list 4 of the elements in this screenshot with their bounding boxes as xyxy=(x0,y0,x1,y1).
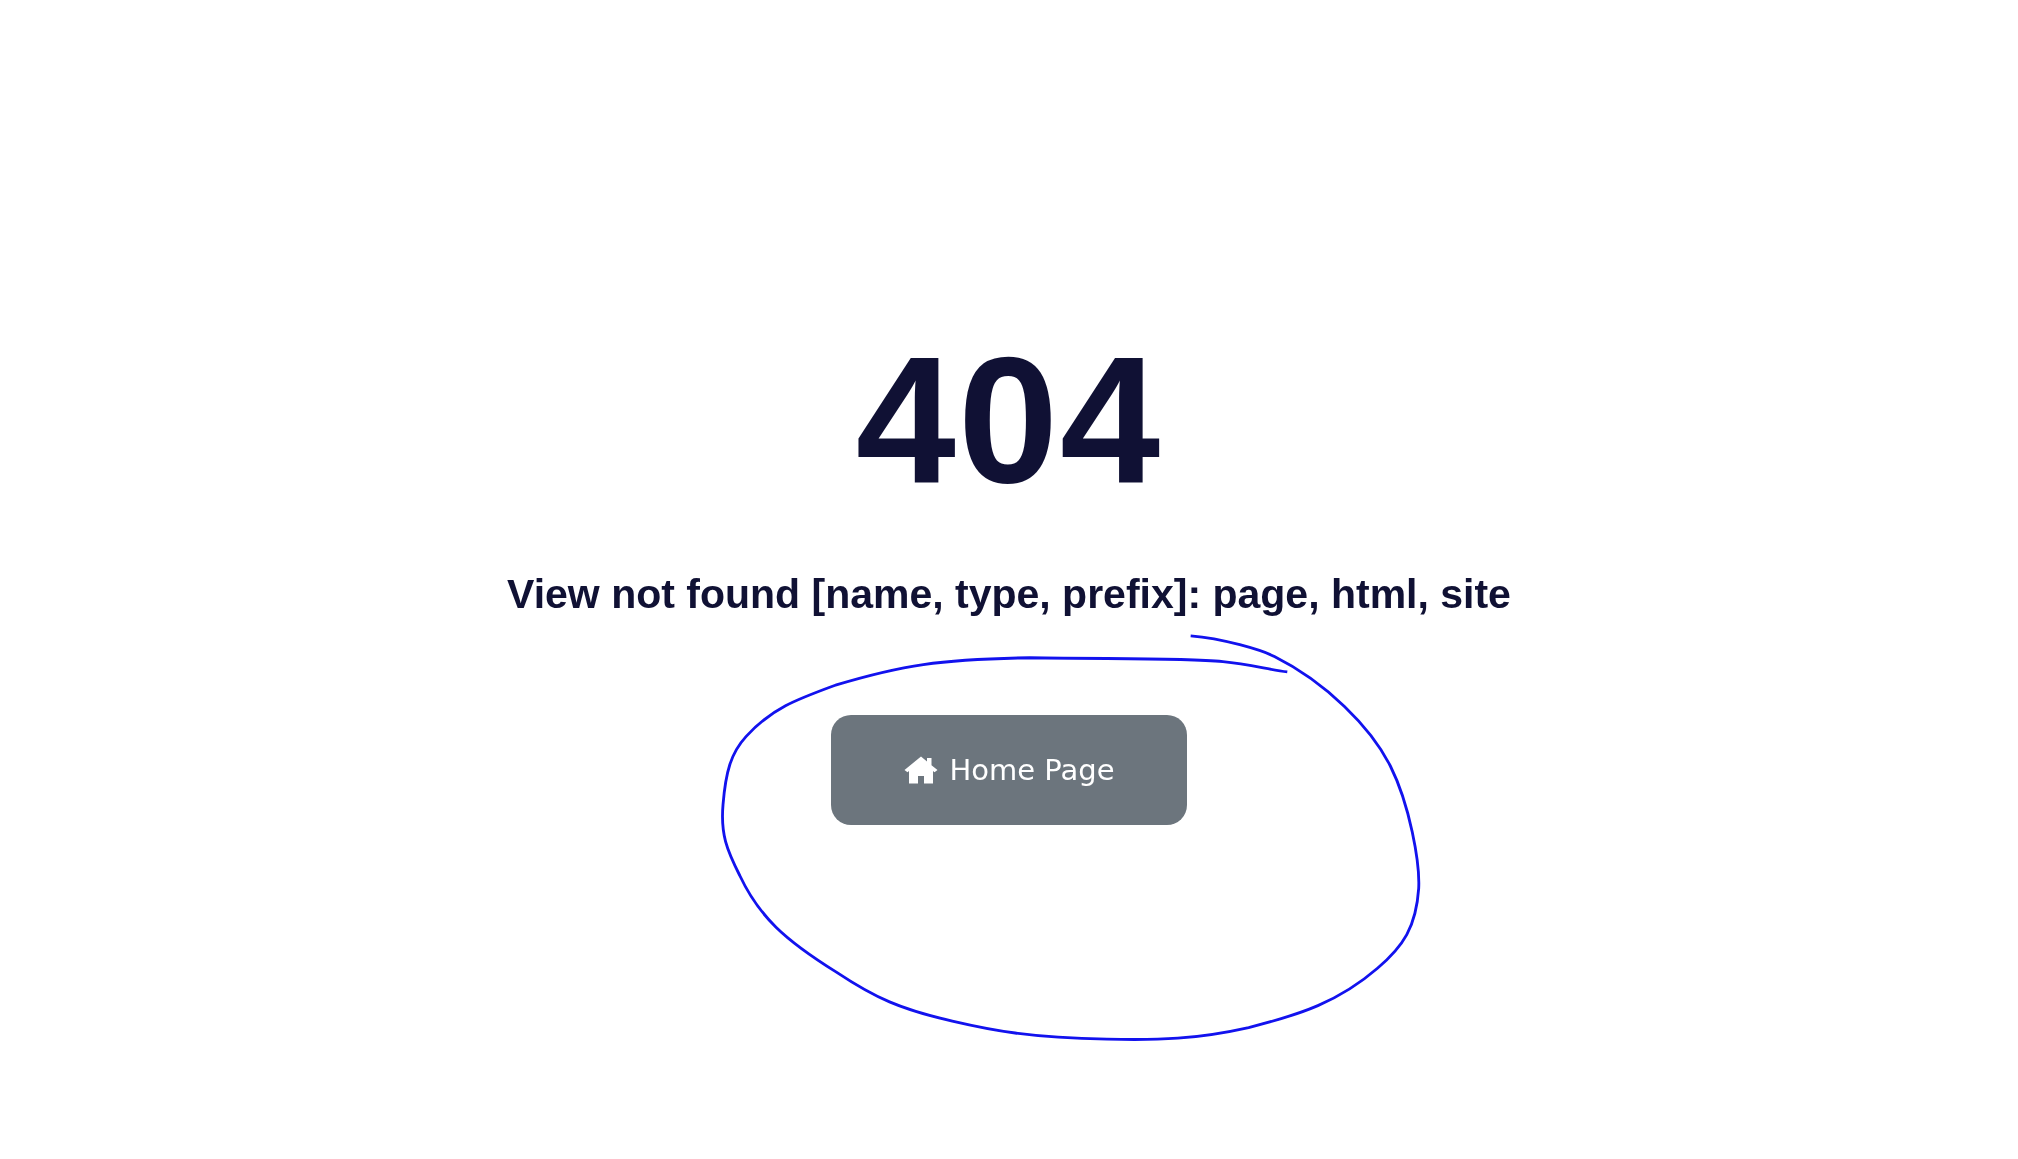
error-code: 404 xyxy=(855,330,1163,510)
error-message: View not found [name, type, prefix]: page, html, site xyxy=(507,570,1511,619)
home-icon xyxy=(903,755,940,786)
home-page-button[interactable]: Home Page xyxy=(831,715,1187,826)
